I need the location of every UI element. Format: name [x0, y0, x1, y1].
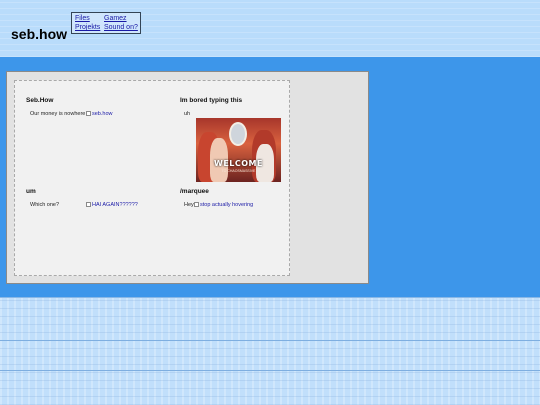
section-heading: Im bored typing this [180, 97, 243, 104]
nav-menu: Files Gamez Projekts Sound on? [71, 12, 141, 34]
banner-caption: WELCOME [214, 159, 263, 168]
nav-link-files[interactable]: Files [75, 14, 90, 23]
content-panel: Seb.How Our money is nowhere seb.how Im … [6, 71, 369, 284]
footer-divider [0, 370, 540, 371]
banner-subcaption: TO CHAOSMASSIVE [221, 169, 256, 173]
broken-image-link[interactable]: seb.how [86, 111, 113, 117]
broken-image-icon [86, 202, 91, 207]
section-text: Our money is nowhere [30, 111, 86, 117]
content-inner: Seb.How Our money is nowhere seb.how Im … [14, 80, 290, 276]
broken-image-link[interactable]: HAI AGAIN?????? [86, 202, 138, 208]
nav-link-gamez[interactable]: Gamez [104, 14, 127, 23]
broken-image-icon [194, 202, 199, 207]
footer-divider [0, 340, 540, 341]
broken-image-icon [86, 111, 91, 116]
broken-image-link[interactable]: stop actually hovering [194, 202, 253, 208]
image-alt-text: HAI AGAIN?????? [92, 202, 138, 208]
banner-portrait-ring [229, 122, 247, 146]
image-alt-text: seb.how [92, 111, 113, 117]
nav-link-sound[interactable]: Sound on? [104, 23, 138, 32]
footer-pattern [0, 297, 540, 405]
nav-link-projekts[interactable]: Projekts [75, 23, 100, 32]
section-text: uh [184, 111, 191, 117]
section-heading: Seb.How [26, 97, 54, 104]
site-title: seb.how [11, 26, 68, 42]
header-bar: seb.how Files Gamez Projekts Sound on? [0, 0, 540, 57]
image-alt-text: stop actually hovering [200, 202, 254, 208]
section-heading: um [26, 188, 36, 195]
section-heading: /marquee [180, 188, 209, 195]
welcome-banner-image[interactable]: WELCOME TO CHAOSMASSIVE [196, 118, 281, 182]
section-text: Which one? [30, 202, 60, 208]
